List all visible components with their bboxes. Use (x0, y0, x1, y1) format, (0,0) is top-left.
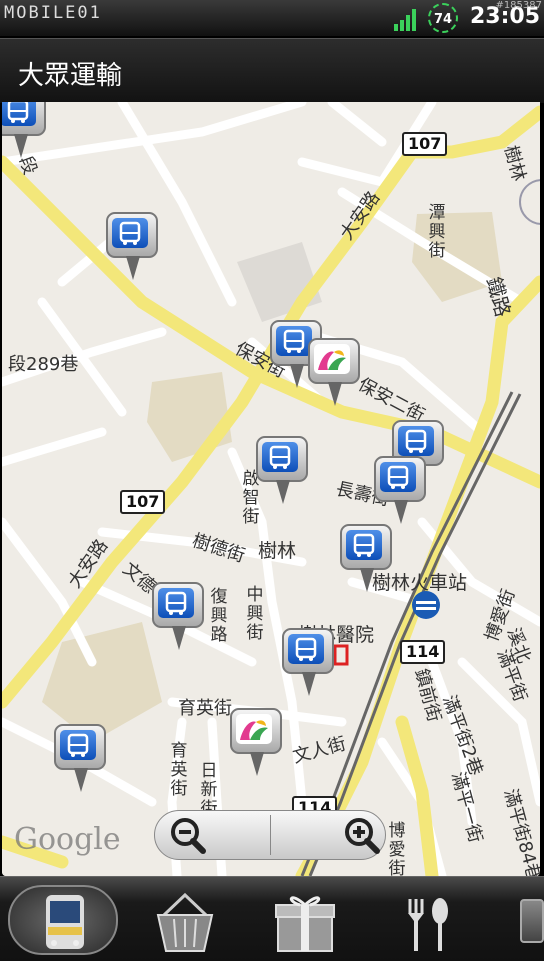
bus-icon (353, 533, 375, 557)
bus-stop-marker[interactable] (152, 582, 235, 658)
marker-stem (126, 256, 140, 280)
bus-icon (405, 429, 427, 453)
street-label: 中興街 (246, 585, 264, 643)
bus-stop-marker[interactable] (106, 212, 189, 288)
zoom-out-icon (171, 818, 206, 854)
marker-face (314, 344, 350, 374)
street-label: 博愛街 (388, 821, 406, 877)
status-bar: MOBILE01 74 23:05 #185387 (0, 0, 544, 36)
bus-icon (67, 733, 89, 757)
zoom-out-button[interactable] (155, 811, 270, 859)
street-label: 段289巷 (8, 354, 79, 375)
bus-icon (46, 895, 84, 949)
marker-stem (276, 480, 290, 504)
bus-icon (165, 591, 187, 615)
bus-icon (269, 445, 291, 469)
marker-face (288, 634, 324, 664)
route-shield: 107 (402, 132, 448, 156)
marker-stem (302, 672, 316, 696)
marker-stem (394, 500, 408, 524)
street-label: 潭興街 (428, 203, 446, 261)
battery-indicator: 74 (428, 3, 458, 33)
tab-more[interactable] (520, 899, 544, 943)
marker-stem (328, 382, 342, 406)
marker-stem (14, 134, 28, 158)
district-label: 樹林 (258, 540, 297, 562)
bus-icon (283, 329, 305, 353)
marker-face (346, 530, 382, 560)
marker-stem (172, 626, 186, 650)
page-title: 大眾運輸 (18, 61, 123, 91)
bus-stop-marker[interactable] (54, 724, 137, 800)
title-bar: 大眾運輸 (0, 38, 544, 103)
marker-face (60, 730, 96, 760)
bus-stop-marker[interactable] (340, 524, 423, 600)
marker-face (262, 442, 298, 472)
bus-icon (295, 637, 317, 661)
marker-face (398, 426, 434, 456)
bus-stop-marker[interactable] (374, 456, 457, 532)
street-label: 育英街 (178, 698, 232, 719)
easycard-marker[interactable] (308, 338, 391, 414)
marker-stem (290, 364, 304, 388)
marker-face (380, 462, 416, 492)
counter: #185387 (495, 0, 542, 11)
route-shield: 114 (400, 640, 446, 664)
easycard-marker[interactable] (230, 708, 313, 784)
zoom-in-button[interactable] (271, 811, 386, 859)
bus-stop-marker[interactable] (256, 436, 339, 512)
marker-stem (74, 768, 88, 792)
tab-shopping[interactable] (130, 885, 240, 955)
basket-icon (156, 892, 214, 952)
bus-stop-marker[interactable] (282, 628, 365, 704)
route-shield: 107 (120, 490, 166, 514)
tab-food[interactable] (370, 885, 480, 955)
signal-icon (394, 9, 416, 31)
marker-stem (360, 568, 374, 592)
zoom-in-icon (345, 818, 380, 854)
street-label: 復興路 (210, 587, 228, 645)
bottom-nav (0, 876, 544, 961)
marker-face (236, 714, 272, 744)
tab-transit[interactable] (8, 885, 118, 955)
easycard-icon (318, 350, 346, 370)
tab-gifts[interactable] (250, 885, 360, 955)
marker-stem (250, 752, 264, 776)
marker-face (158, 588, 194, 618)
google-logo: Google (14, 822, 121, 857)
marker-face (112, 218, 148, 248)
brand-logo: MOBILE01 (4, 3, 102, 23)
bus-icon (119, 221, 141, 245)
bus-stop-marker[interactable] (2, 102, 77, 166)
fork-spoon-icon (408, 898, 448, 951)
bus-icon (387, 465, 409, 489)
easycard-icon (240, 720, 268, 740)
marker-face (276, 326, 312, 356)
gift-icon (275, 896, 335, 952)
street-label: 育英街 (170, 741, 188, 799)
map-view[interactable]: 107 107 114 114 段289巷 保安街 保安二街 大安路 大安路 長… (2, 102, 540, 876)
marker-face (2, 102, 36, 126)
zoom-control (154, 810, 386, 860)
bus-icon (7, 102, 29, 123)
